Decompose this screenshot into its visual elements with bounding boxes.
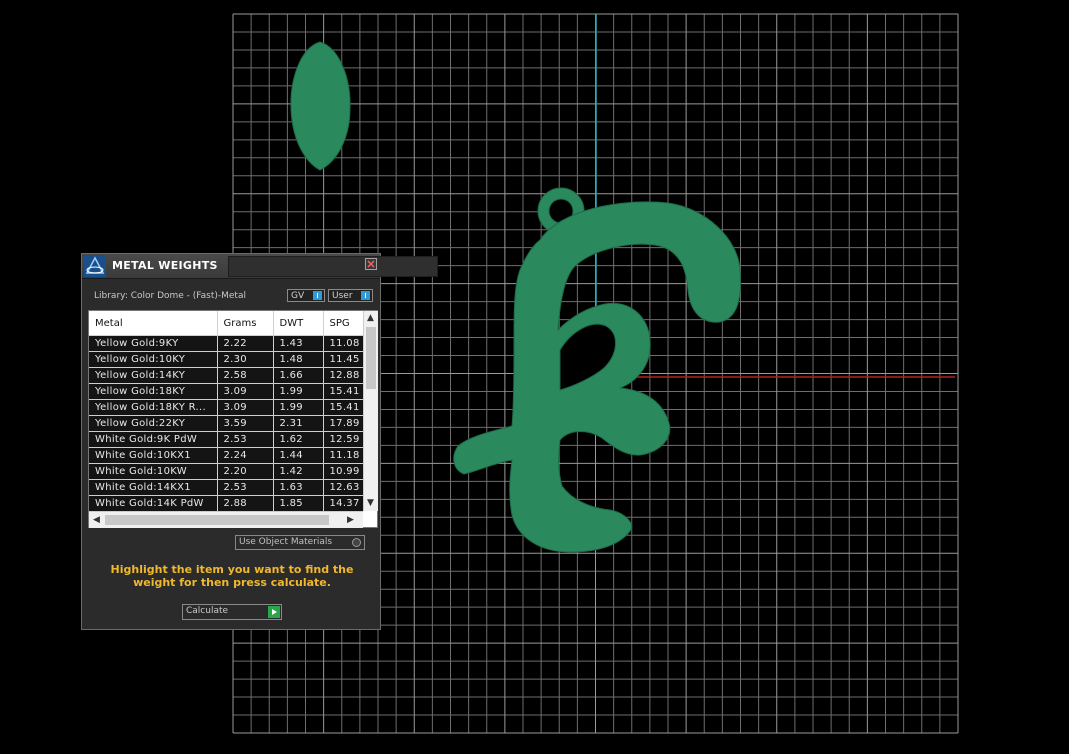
use-object-materials-label: Use Object Materials — [239, 537, 333, 547]
table-row[interactable]: White Gold:14KX1 2.53 1.63 12.63 — [89, 479, 364, 496]
table-row[interactable]: Yellow Gold:18KY R... 3.09 1.99 15.41 — [89, 399, 364, 416]
table-row[interactable]: Yellow Gold:10KY 2.30 1.48 11.45 — [89, 351, 364, 368]
column-header-metal[interactable]: Metal — [89, 311, 218, 336]
table-cell: White Gold:14K PdW — [89, 495, 218, 511]
scroll-down-icon[interactable]: ▼ — [367, 498, 374, 508]
table-cell: 11.45 — [323, 351, 364, 368]
table-cell: Yellow Gold:18KY R... — [89, 399, 218, 416]
table-cell: 2.58 — [217, 367, 274, 384]
table-cell: Yellow Gold:14KY — [89, 367, 218, 384]
table-cell: 17.89 — [323, 415, 364, 432]
table-cell: 2.30 — [217, 351, 274, 368]
table-cell: 1.66 — [273, 367, 324, 384]
table-row[interactable]: Yellow Gold:14KY 2.58 1.66 12.88 — [89, 367, 364, 384]
table-cell: 2.88 — [217, 495, 274, 511]
table-cell: 1.62 — [273, 431, 324, 448]
table-cell: White Gold:14KX1 — [89, 479, 218, 496]
table-row[interactable]: White Gold:9K PdW 2.53 1.62 12.59 — [89, 431, 364, 448]
close-icon — [367, 260, 375, 268]
table-cell: 12.63 — [323, 479, 364, 496]
table-cell: 1.99 — [273, 383, 324, 400]
table-cell: 2.53 — [217, 431, 274, 448]
pendant-letter-model[interactable] — [453, 187, 741, 553]
horizontal-scrollbar[interactable]: ◀ ▶ — [89, 511, 363, 528]
table-cell: 15.41 — [323, 383, 364, 400]
vertical-scrollbar[interactable]: ▲ ▼ — [363, 311, 378, 511]
calculate-label: Calculate — [186, 606, 229, 616]
column-header-dwt[interactable]: DWT — [273, 311, 324, 336]
table-cell: 15.41 — [323, 399, 364, 416]
gv-label: GV — [291, 291, 305, 301]
app-logo-icon — [84, 255, 106, 277]
metal-table-container[interactable]: Metal Grams DWT SPG Yellow Gold:9KY 2.22 1… — [88, 310, 378, 528]
table-cell: 10.99 — [323, 463, 364, 480]
gv-selector[interactable]: GV — [287, 289, 325, 302]
hint-text: Highlight the item you want to find the … — [110, 563, 354, 589]
library-label: Library: Color Dome - (Fast)-Metal — [94, 291, 246, 301]
use-object-materials-option[interactable]: Use Object Materials — [235, 535, 365, 550]
table-cell: 1.44 — [273, 447, 324, 464]
table-cell: 1.85 — [273, 495, 324, 511]
panel-title: METAL WEIGHTS — [112, 259, 218, 272]
user-selector[interactable]: User — [328, 289, 373, 302]
close-button[interactable] — [365, 258, 377, 270]
vertical-scroll-thumb[interactable] — [366, 327, 376, 389]
table-cell: 1.43 — [273, 335, 324, 352]
table-cell: 1.48 — [273, 351, 324, 368]
table-cell: 2.20 — [217, 463, 274, 480]
table-cell: White Gold:10KX1 — [89, 447, 218, 464]
table-row[interactable]: White Gold:10KW 2.20 1.42 10.99 — [89, 463, 364, 480]
metal-weights-panel: METAL WEIGHTS Library: Color Dome - (Fas… — [81, 253, 438, 630]
scroll-right-icon[interactable]: ▶ — [347, 515, 354, 525]
table-cell: 1.42 — [273, 463, 324, 480]
table-row[interactable]: White Gold:14K PdW 2.88 1.85 14.37 — [89, 495, 364, 511]
horizontal-scroll-thumb[interactable] — [105, 515, 329, 525]
scroll-left-icon[interactable]: ◀ — [93, 515, 100, 525]
table-cell: 14.37 — [323, 495, 364, 511]
metal-table: Metal Grams DWT SPG Yellow Gold:9KY 2.22 1… — [89, 311, 364, 511]
column-header-spg[interactable]: SPG — [323, 311, 364, 336]
table-cell: 2.53 — [217, 479, 274, 496]
table-cell: 12.88 — [323, 367, 364, 384]
table-row[interactable]: Yellow Gold:9KY 2.22 1.43 11.08 — [89, 335, 364, 352]
table-cell: 3.59 — [217, 415, 274, 432]
table-row[interactable]: Yellow Gold:18KY 3.09 1.99 15.41 — [89, 383, 364, 400]
table-row[interactable]: Yellow Gold:22KY 3.59 2.31 17.89 — [89, 415, 364, 432]
radio-icon[interactable] — [352, 538, 361, 547]
table-cell: 1.99 — [273, 399, 324, 416]
droplet-model[interactable] — [290, 41, 351, 171]
calculate-button[interactable]: Calculate — [182, 604, 282, 620]
table-cell: White Gold:9K PdW — [89, 431, 218, 448]
user-dropdown-icon — [361, 291, 370, 300]
table-cell: 3.09 — [217, 383, 274, 400]
table-cell: 2.22 — [217, 335, 274, 352]
title-tab-area — [228, 256, 438, 277]
table-cell: 11.08 — [323, 335, 364, 352]
table-cell: Yellow Gold:10KY — [89, 351, 218, 368]
table-cell: 2.24 — [217, 447, 274, 464]
panel-titlebar[interactable]: METAL WEIGHTS — [82, 254, 438, 279]
gv-dropdown-icon — [313, 291, 322, 300]
table-cell: 3.09 — [217, 399, 274, 416]
table-cell: Yellow Gold:18KY — [89, 383, 218, 400]
table-cell: 2.31 — [273, 415, 324, 432]
table-cell: 1.63 — [273, 479, 324, 496]
table-cell: 11.18 — [323, 447, 364, 464]
play-icon — [268, 606, 280, 618]
column-header-grams[interactable]: Grams — [217, 311, 274, 336]
table-cell: White Gold:10KW — [89, 463, 218, 480]
scroll-up-icon[interactable]: ▲ — [367, 313, 374, 323]
user-label: User — [332, 291, 353, 301]
table-row[interactable]: White Gold:10KX1 2.24 1.44 11.18 — [89, 447, 364, 464]
table-cell: Yellow Gold:22KY — [89, 415, 218, 432]
table-cell: 12.59 — [323, 431, 364, 448]
table-cell: Yellow Gold:9KY — [89, 335, 218, 352]
table-header-row: Metal Grams DWT SPG — [89, 311, 364, 336]
